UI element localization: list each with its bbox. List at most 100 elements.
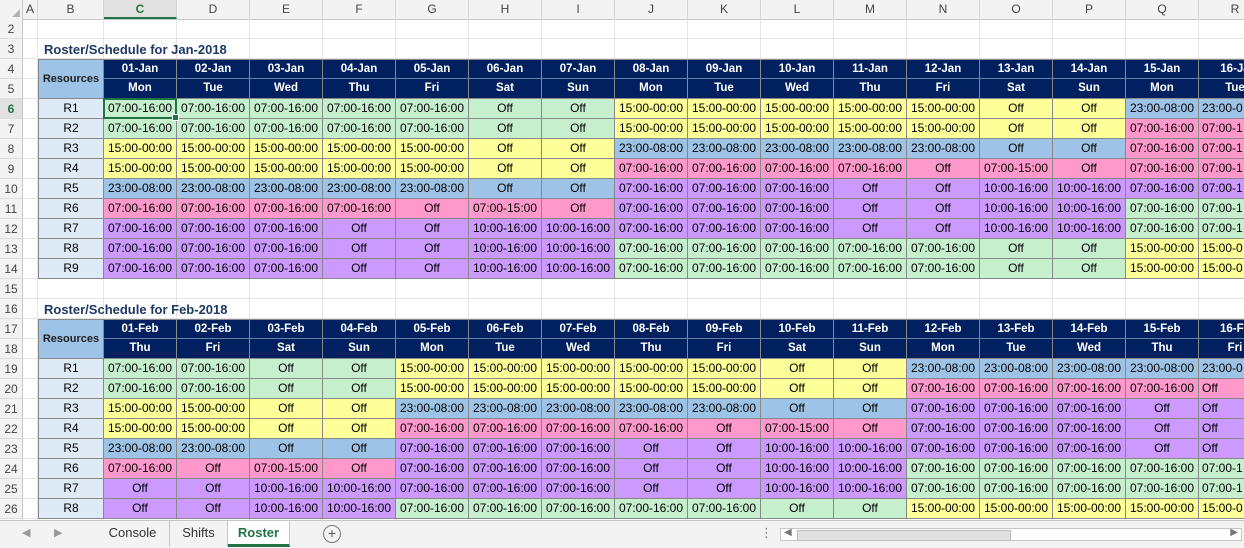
shift-cell[interactable]: 07:00-16:00 [250,199,323,219]
shift-cell[interactable]: 10:00-16:00 [980,219,1053,239]
shift-cell[interactable]: 15:00-00:00 [688,379,761,399]
date-header[interactable]: 01-Feb [104,319,177,339]
shift-cell[interactable]: 07:00-16:00 [1126,179,1199,199]
column-header-H[interactable]: H [469,0,542,19]
shift-cell[interactable]: 07:00-16:00 [980,419,1053,439]
shift-cell[interactable]: 07:00-16:00 [1126,199,1199,219]
horizontal-scrollbar[interactable]: ◀ ▶ [780,527,1242,541]
shift-cell[interactable]: Off [761,399,834,419]
day-header[interactable]: Thu [615,339,688,359]
shift-cell[interactable]: Off [177,479,250,499]
shift-cell[interactable]: Off [1053,119,1126,139]
row-header-12[interactable]: 12 [0,219,23,239]
shift-cell[interactable]: 23:00-08:00 [396,399,469,419]
date-header[interactable]: 13-Jan [980,59,1053,79]
shift-cell[interactable]: 07:00-15:00 [469,199,542,219]
column-header-C[interactable]: C [104,0,177,19]
date-header[interactable]: 04-Jan [323,59,396,79]
shift-cell[interactable]: Off [615,459,688,479]
shift-cell[interactable]: 07:00-15:00 [250,459,323,479]
shift-cell[interactable]: 15:00-00:00 [834,99,907,119]
shift-cell[interactable]: 10:00-16:00 [469,239,542,259]
shift-cell[interactable]: Off [615,439,688,459]
date-header[interactable]: 10-Feb [761,319,834,339]
shift-cell[interactable]: 07:00-16:00 [396,499,469,519]
shift-cell[interactable]: 23:00-08:00 [104,179,177,199]
shift-cell[interactable]: 15:00-00:00 [104,139,177,159]
resource-name[interactable]: R4 [38,419,104,439]
resource-name[interactable]: R6 [38,199,104,219]
shift-cell[interactable]: Off [323,439,396,459]
shift-cell[interactable]: Off [615,479,688,499]
shift-cell[interactable]: 07:00-16:00 [542,439,615,459]
shift-cell[interactable]: 07:00-16:00 [177,99,250,119]
date-header[interactable]: 03-Feb [250,319,323,339]
shift-cell[interactable]: 15:00-00:00 [542,359,615,379]
shift-cell[interactable]: 07:00-1 [1199,159,1244,179]
resource-name[interactable]: R1 [38,359,104,379]
column-header-O[interactable]: O [980,0,1053,19]
row-header-24[interactable]: 24 [0,459,23,479]
row-header-25[interactable]: 25 [0,479,23,499]
row-header-8[interactable]: 8 [0,139,23,159]
shift-cell[interactable]: 10:00-16:00 [834,479,907,499]
shift-cell[interactable]: Off [834,219,907,239]
shift-cell[interactable]: 07:00-16:00 [250,99,323,119]
resource-name[interactable]: R7 [38,479,104,499]
resource-name[interactable]: R7 [38,219,104,239]
shift-cell[interactable]: 07:00-16:00 [980,479,1053,499]
shift-cell[interactable]: 07:00-16:00 [104,239,177,259]
column-header-I[interactable]: I [542,0,615,19]
shift-cell[interactable]: 07:00-1 [1199,139,1244,159]
day-header[interactable]: Tue [980,339,1053,359]
shift-cell[interactable]: Off [980,119,1053,139]
shift-cell[interactable]: 07:00-16:00 [177,119,250,139]
shift-cell[interactable]: Off [1053,159,1126,179]
row-header-17[interactable]: 17 [0,319,23,339]
row-header-13[interactable]: 13 [0,239,23,259]
scroll-right-arrow-icon[interactable]: ▶ [1230,527,1238,538]
shift-cell[interactable]: Off [323,459,396,479]
day-header[interactable]: Sat [761,339,834,359]
day-header[interactable]: Sun [834,339,907,359]
day-header[interactable]: Sun [323,339,396,359]
shift-cell[interactable]: 07:00-16:00 [615,219,688,239]
day-header[interactable]: Mon [907,339,980,359]
sheet-tab-roster[interactable]: Roster [228,521,290,547]
shift-cell[interactable]: 07:00-16:00 [688,219,761,239]
shift-cell[interactable]: 07:00-16:00 [761,219,834,239]
shift-cell[interactable]: 07:00-15:00 [980,159,1053,179]
shift-cell[interactable]: 10:00-16:00 [834,439,907,459]
date-header[interactable]: 11-Feb [834,319,907,339]
day-header[interactable]: Thu [834,79,907,99]
shift-cell[interactable]: 07:00-16:00 [104,99,177,119]
resource-name[interactable]: R6 [38,459,104,479]
column-header-L[interactable]: L [761,0,834,19]
shift-cell[interactable]: Off [907,219,980,239]
shift-cell[interactable]: Off [834,359,907,379]
shift-cell[interactable]: 15:00-00:00 [250,139,323,159]
resource-name[interactable]: R8 [38,499,104,519]
day-header[interactable]: Mon [104,79,177,99]
resource-name[interactable]: R5 [38,179,104,199]
shift-cell[interactable]: 10:00-16:00 [980,199,1053,219]
shift-cell[interactable]: 23:00-08:00 [104,439,177,459]
shift-cell[interactable]: 23:00-08:00 [250,179,323,199]
shift-cell[interactable]: Off [688,419,761,439]
row-header-20[interactable]: 20 [0,379,23,399]
shift-cell[interactable]: 23:00-08:00 [907,359,980,379]
shift-cell[interactable]: 15:00-00:00 [1126,259,1199,279]
shift-cell[interactable]: 15:00-00:00 [907,499,980,519]
shift-cell[interactable]: 07:00-16:00 [1053,419,1126,439]
shift-cell[interactable]: 07:00-16:00 [615,239,688,259]
shift-cell[interactable]: Off [104,499,177,519]
shift-cell[interactable]: Off [250,419,323,439]
shift-cell[interactable]: 10:00-16:00 [542,239,615,259]
date-header[interactable]: 01-Jan [104,59,177,79]
column-header-R[interactable]: R [1199,0,1244,19]
date-header[interactable]: 02-Jan [177,59,250,79]
day-header[interactable]: Thu [323,79,396,99]
date-header[interactable]: 13-Feb [980,319,1053,339]
shift-cell[interactable]: 10:00-16:00 [834,459,907,479]
row-header-18[interactable]: 18 [0,339,23,359]
